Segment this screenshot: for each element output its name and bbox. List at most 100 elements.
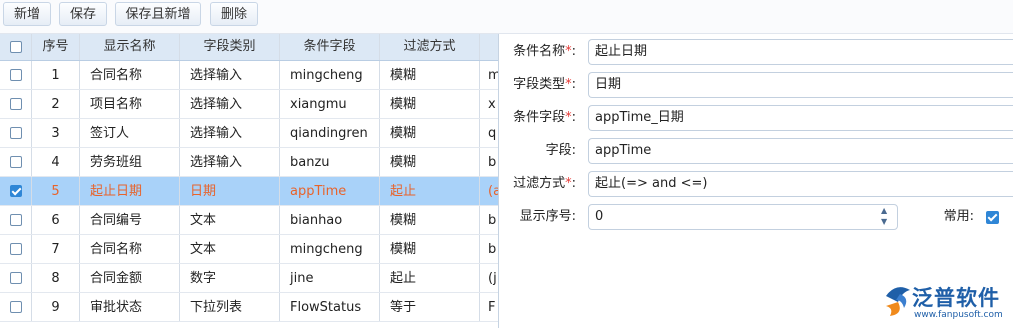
select-all-checkbox[interactable] <box>10 41 22 53</box>
toolbar: 新增 保存 保存且新增 删除 <box>0 0 1013 34</box>
cell-filter-method: 模糊 <box>380 90 480 118</box>
row-select-cell[interactable] <box>0 90 32 118</box>
cell-cond-field: mingcheng <box>280 235 380 263</box>
cell-no: 3 <box>32 119 80 147</box>
display-order-input[interactable]: 0 ▲ ▼ <box>588 204 898 230</box>
field-label: 字段: <box>545 143 576 158</box>
row-checkbox[interactable] <box>10 185 22 197</box>
cell-filter-method: 模糊 <box>380 148 480 176</box>
header-extra <box>480 34 498 60</box>
cell-display-name: 合同名称 <box>80 61 180 89</box>
cell-cond-field: appTime <box>280 177 380 205</box>
cell-extra: F <box>488 300 496 315</box>
table-row[interactable]: 2 项目名称 选择输入 xiangmu 模糊 x <box>0 90 498 119</box>
cell-no: 2 <box>32 90 80 118</box>
cell-cond-field: jine <box>280 264 380 292</box>
cell-filter-method: 等于 <box>380 293 480 321</box>
display-order-label: 显示序号: <box>519 209 576 224</box>
table-row[interactable]: 1 合同名称 选择输入 mingcheng 模糊 m <box>0 61 498 90</box>
row-select-cell[interactable] <box>0 235 32 263</box>
cell-extra: q <box>488 126 497 141</box>
panel-divider <box>498 34 499 328</box>
header-no[interactable]: 序号 <box>32 34 80 60</box>
common-label: 常用: <box>943 209 974 224</box>
row-checkbox[interactable] <box>10 243 22 255</box>
cond-field-label: 条件字段*: <box>513 110 576 125</box>
cell-filter-method: 模糊 <box>380 61 480 89</box>
new-button[interactable]: 新增 <box>3 2 51 26</box>
header-field-type[interactable]: 字段类别 <box>180 34 280 60</box>
spin-down-icon[interactable]: ▼ <box>881 218 887 226</box>
cell-field-type: 数字 <box>180 264 280 292</box>
cond-name-label: 条件名称*: <box>513 44 576 59</box>
row-select-cell[interactable] <box>0 264 32 292</box>
header-display-name[interactable]: 显示名称 <box>80 34 180 60</box>
table-row[interactable]: 7 合同名称 文本 mingcheng 模糊 b <box>0 235 498 264</box>
cell-no: 8 <box>32 264 80 292</box>
cell-cond-field: xiangmu <box>280 90 380 118</box>
table-row[interactable]: 4 劳务班组 选择输入 banzu 模糊 b <box>0 148 498 177</box>
row-checkbox[interactable] <box>10 98 22 110</box>
cell-extra: (a <box>488 184 498 199</box>
row-select-cell[interactable] <box>0 148 32 176</box>
cell-no: 9 <box>32 293 80 321</box>
cell-extra: b <box>488 242 497 257</box>
row-select-cell[interactable] <box>0 119 32 147</box>
display-order-value: 0 <box>595 209 604 224</box>
cell-display-name: 审批状态 <box>80 293 180 321</box>
logo-url: www.fanpusoft.com <box>914 310 1003 320</box>
cell-cond-field: bianhao <box>280 206 380 234</box>
cell-display-name: 合同金额 <box>80 264 180 292</box>
cell-filter-method: 模糊 <box>380 235 480 263</box>
table-row[interactable]: 5 起止日期 日期 appTime 起止 (a <box>0 177 498 206</box>
cell-field-type: 文本 <box>180 206 280 234</box>
cell-field-type: 日期 <box>180 177 280 205</box>
grid-header: 序号 显示名称 字段类别 条件字段 过滤方式 <box>0 34 498 61</box>
table-row[interactable]: 8 合同金额 数字 jine 起止 (j <box>0 264 498 293</box>
row-select-cell[interactable] <box>0 206 32 234</box>
row-select-cell[interactable] <box>0 293 32 321</box>
spin-up-icon[interactable]: ▲ <box>881 207 887 215</box>
row-checkbox[interactable] <box>10 156 22 168</box>
field-type-select[interactable]: 日期 <box>588 72 1013 98</box>
cond-name-input[interactable]: 起止日期 <box>588 39 1013 65</box>
cell-no: 4 <box>32 148 80 176</box>
cell-display-name: 合同编号 <box>80 206 180 234</box>
header-filter-method[interactable]: 过滤方式 <box>380 34 480 60</box>
row-checkbox[interactable] <box>10 69 22 81</box>
table-row[interactable]: 9 审批状态 下拉列表 FlowStatus 等于 F <box>0 293 498 322</box>
select-all-cell[interactable] <box>0 34 32 60</box>
field-input[interactable]: appTime <box>588 138 1013 164</box>
cell-extra: b <box>488 213 497 228</box>
row-select-cell[interactable] <box>0 61 32 89</box>
table-row[interactable]: 3 签订人 选择输入 qiandingren 模糊 q <box>0 119 498 148</box>
cell-display-name: 劳务班组 <box>80 148 180 176</box>
cell-display-name: 签订人 <box>80 119 180 147</box>
filter-method-select[interactable]: 起止(=> and <=) <box>588 171 1013 197</box>
row-checkbox[interactable] <box>10 214 22 226</box>
common-checkbox[interactable] <box>986 211 999 224</box>
cell-field-type: 文本 <box>180 235 280 263</box>
save-and-new-button[interactable]: 保存且新增 <box>115 2 201 26</box>
cell-cond-field: mingcheng <box>280 61 380 89</box>
row-checkbox[interactable] <box>10 301 22 313</box>
header-cond-field[interactable]: 条件字段 <box>280 34 380 60</box>
row-checkbox[interactable] <box>10 127 22 139</box>
cell-field-type: 选择输入 <box>180 148 280 176</box>
cell-extra: b <box>488 155 497 170</box>
save-button[interactable]: 保存 <box>59 2 107 26</box>
cell-extra: x <box>488 97 496 112</box>
cell-extra: (j <box>488 271 497 286</box>
table-row[interactable]: 6 合同编号 文本 bianhao 模糊 b <box>0 206 498 235</box>
cell-cond-field: banzu <box>280 148 380 176</box>
row-checkbox[interactable] <box>10 272 22 284</box>
order-spinner[interactable]: ▲ ▼ <box>881 207 891 227</box>
brand-logo: 泛普软件 www.fanpusoft.com <box>880 280 1010 326</box>
delete-button[interactable]: 删除 <box>210 2 258 26</box>
row-select-cell[interactable] <box>0 177 32 205</box>
conditions-grid: 序号 显示名称 字段类别 条件字段 过滤方式 1 合同名称 选择输入 mingchen… <box>0 34 498 328</box>
logo-text: 泛普软件 <box>912 286 1000 310</box>
cond-field-input[interactable]: appTime_日期 <box>588 105 1013 131</box>
cell-display-name: 起止日期 <box>80 177 180 205</box>
cell-no: 1 <box>32 61 80 89</box>
